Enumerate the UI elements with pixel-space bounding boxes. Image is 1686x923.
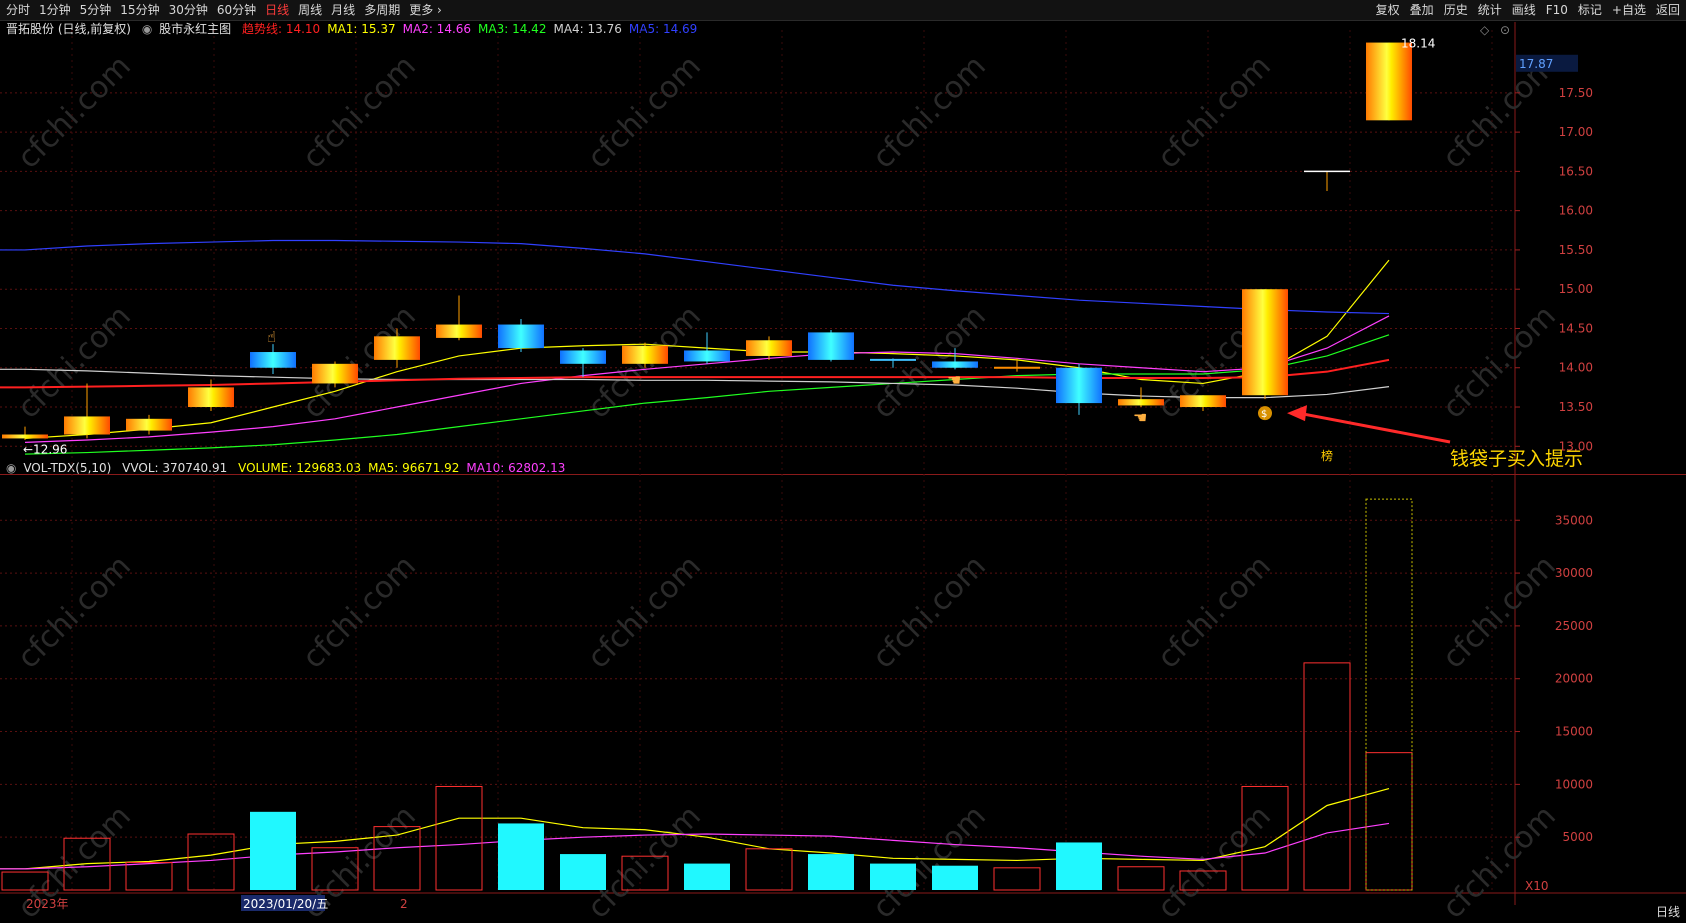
candle-body: [2, 434, 48, 439]
volume-bar: [1117, 866, 1165, 891]
rank-badge: 榜: [1321, 448, 1333, 463]
watermark: cfchi.com: [1151, 549, 1278, 676]
price-tick-label: 14.50: [1559, 321, 1593, 335]
candle-body: [64, 416, 110, 435]
watermark: cfchi.com: [581, 549, 708, 676]
watermark: cfchi.com: [296, 299, 423, 426]
candle-body: [1366, 42, 1412, 121]
volume-bar: [932, 865, 978, 890]
candle-body: [684, 350, 730, 362]
volume-bar: [745, 848, 793, 891]
hand-point-icon: ☚: [1133, 408, 1147, 427]
candle-body: [436, 324, 482, 338]
current-price-label: 17.87: [1519, 57, 1553, 71]
candle-body: [808, 332, 854, 360]
price-tick-label: 17.50: [1559, 86, 1593, 100]
candle-body: [312, 363, 358, 384]
volume-tick-label: 20000: [1555, 672, 1593, 686]
volume-tick-label: 35000: [1555, 513, 1593, 527]
watermark: cfchi.com: [11, 549, 138, 676]
watermark: cfchi.com: [296, 49, 423, 176]
volume-bar: [1303, 662, 1351, 891]
ma-line-4: [0, 239, 1390, 315]
watermark: cfchi.com: [1436, 799, 1563, 923]
volume-tick-label: 15000: [1555, 725, 1593, 739]
volume-bar: [1056, 842, 1102, 890]
volume-bar: [435, 785, 483, 891]
volume-bar: [250, 811, 296, 890]
volume-bar: [498, 823, 544, 890]
candle-body: [374, 336, 420, 360]
candle-body: [126, 418, 172, 431]
volume-bar: [125, 862, 173, 891]
hand-point-icon: ☚: [947, 370, 961, 389]
date-label: 2: [400, 897, 408, 911]
volume-bar: [1365, 752, 1413, 891]
period-label[interactable]: 日线: [1656, 903, 1680, 920]
hand-up-icon: ☝: [267, 328, 276, 346]
price-tick-label: 13.50: [1559, 400, 1593, 414]
candle-body: [188, 387, 234, 408]
candle-body: [250, 352, 296, 368]
date-label: 2023年: [26, 897, 69, 911]
price-tick-label: 14.00: [1559, 361, 1593, 375]
volume-bar: [808, 854, 854, 890]
watermark: cfchi.com: [866, 799, 993, 923]
diamond-icon: ◇: [1480, 23, 1490, 37]
watermark: cfchi.com: [1151, 49, 1278, 176]
volume-bar: [560, 854, 606, 890]
price-tick-label: 17.00: [1559, 125, 1593, 139]
price-tick-label: 15.00: [1559, 282, 1593, 296]
candle-body: [1180, 395, 1226, 408]
price-tick-label: 15.50: [1559, 243, 1593, 257]
watermark: cfchi.com: [1151, 799, 1278, 923]
price-tick-label: 16.00: [1559, 204, 1593, 218]
volume-tick-label: 30000: [1555, 566, 1593, 580]
candle-body: [498, 324, 544, 349]
watermark: cfchi.com: [296, 549, 423, 676]
date-label: 2023/01/20/五: [243, 897, 328, 911]
buy-signal-callout: 钱袋子买入提示: [1450, 448, 1584, 470]
watermark: cfchi.com: [866, 549, 993, 676]
candle-body: [932, 361, 978, 368]
volume-bar: [684, 863, 730, 890]
high-price-label: 18.14: [1401, 37, 1435, 51]
volume-bar: [870, 863, 916, 890]
price-tick-label: 16.50: [1559, 164, 1593, 178]
watermark: cfchi.com: [1436, 549, 1563, 676]
watermark: cfchi.com: [11, 299, 138, 426]
candle-body: [1118, 399, 1164, 406]
candle-body: [1242, 289, 1288, 396]
candle-body: [1056, 367, 1102, 404]
watermark: cfchi.com: [581, 49, 708, 176]
callout-arrow: [1298, 411, 1451, 444]
watermark: cfchi.com: [1436, 299, 1563, 426]
volume-tick-label: 10000: [1555, 777, 1593, 791]
watermark: cfchi.com: [866, 49, 993, 176]
vvol-bar: [1365, 498, 1413, 891]
candle-body: [622, 345, 668, 364]
watermark: cfchi.com: [11, 49, 138, 176]
volume-bar: [993, 867, 1041, 891]
close-icon: ⊙: [1500, 23, 1510, 37]
low-price-label: ←12.96: [23, 442, 67, 456]
candle-body: [746, 340, 792, 356]
volume-bar: [187, 833, 235, 891]
money-bag-symbol: $: [1261, 409, 1267, 420]
volume-unit-label: X10: [1525, 879, 1549, 893]
candle-body: [560, 350, 606, 364]
stock-chart[interactable]: cfchi.com cfchi.com cfchi.com cfchi.com cfch…: [0, 0, 1686, 923]
callout-arrowhead: [1287, 405, 1307, 422]
volume-tick-label: 5000: [1562, 830, 1593, 844]
volume-tick-label: 25000: [1555, 619, 1593, 633]
